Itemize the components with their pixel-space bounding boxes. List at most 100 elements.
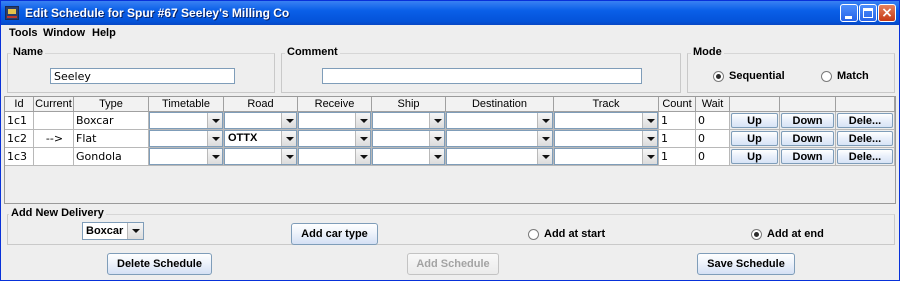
mode-group-title: Mode: [691, 46, 724, 58]
mode-match-label: Match: [837, 70, 869, 82]
car-type-combo[interactable]: Boxcar: [82, 222, 144, 240]
cell-id: 1c2: [5, 130, 34, 148]
chevron-down-icon: [429, 149, 444, 164]
chevron-down-icon: [642, 131, 657, 146]
destination-combo[interactable]: [446, 130, 554, 148]
cell-wait[interactable]: 0: [696, 148, 730, 166]
road-combo[interactable]: OTTX: [224, 130, 298, 148]
timetable-combo[interactable]: [149, 130, 224, 148]
chevron-down-icon: [127, 223, 143, 239]
close-button[interactable]: ×: [878, 4, 896, 22]
chevron-down-icon: [207, 149, 222, 164]
col-header-delete[interactable]: [836, 97, 895, 112]
chevron-down-icon: [537, 113, 552, 128]
down-button[interactable]: Down: [781, 131, 834, 146]
delete-button-cell: Dele...: [836, 112, 895, 130]
mode-sequential-label: Sequential: [729, 70, 785, 82]
add-schedule-button[interactable]: Add Schedule: [407, 253, 499, 275]
add-delivery-title: Add New Delivery: [9, 207, 106, 219]
schedule-window: Edit Schedule for Spur #67 Seeley's Mill…: [0, 0, 900, 281]
cell-wait[interactable]: 0: [696, 130, 730, 148]
track-combo[interactable]: [554, 130, 659, 148]
receive-combo[interactable]: [298, 148, 372, 166]
chevron-down-icon: [281, 113, 296, 128]
receive-combo[interactable]: [298, 112, 372, 130]
col-header-road[interactable]: Road: [224, 97, 298, 112]
chevron-down-icon: [429, 113, 444, 128]
comment-field[interactable]: [322, 68, 642, 84]
delete-schedule-button[interactable]: Delete Schedule: [107, 253, 212, 275]
col-header-current[interactable]: Current: [34, 97, 74, 112]
destination-combo[interactable]: [446, 148, 554, 166]
up-button[interactable]: Up: [731, 131, 778, 146]
save-schedule-button[interactable]: Save Schedule: [697, 253, 795, 275]
up-button-cell: Up: [730, 112, 780, 130]
cell-count[interactable]: 1: [659, 130, 696, 148]
down-button[interactable]: Down: [781, 113, 834, 128]
chevron-down-icon: [642, 149, 657, 164]
maximize-icon: [863, 8, 873, 18]
name-field[interactable]: [50, 68, 235, 84]
table-row[interactable]: 1c2 --> Flat OTTX 1 0 Up Down Dele...: [5, 130, 895, 148]
cell-wait[interactable]: 0: [696, 112, 730, 130]
up-button[interactable]: Up: [731, 149, 778, 164]
add-at-start-radio[interactable]: Add at start: [528, 228, 605, 240]
destination-combo[interactable]: [446, 112, 554, 130]
menu-help[interactable]: Help: [92, 27, 116, 39]
col-header-type[interactable]: Type: [74, 97, 149, 112]
window-title: Edit Schedule for Spur #67 Seeley's Mill…: [25, 6, 290, 20]
down-button-cell: Down: [780, 130, 836, 148]
cell-current: [34, 148, 74, 166]
maximize-button[interactable]: [859, 4, 877, 22]
track-combo[interactable]: [554, 148, 659, 166]
col-header-receive[interactable]: Receive: [298, 97, 372, 112]
delete-button[interactable]: Dele...: [837, 149, 893, 164]
chevron-down-icon: [207, 113, 222, 128]
col-header-destination[interactable]: Destination: [446, 97, 554, 112]
up-button[interactable]: Up: [731, 113, 778, 128]
col-header-count[interactable]: Count: [659, 97, 696, 112]
chevron-down-icon: [207, 131, 222, 146]
table-row[interactable]: 1c3 Gondola 1 0 Up Down Dele...: [5, 148, 895, 166]
delete-button[interactable]: Dele...: [837, 131, 893, 146]
col-header-timetable[interactable]: Timetable: [149, 97, 224, 112]
col-header-id[interactable]: Id: [5, 97, 34, 112]
timetable-combo[interactable]: [149, 112, 224, 130]
col-header-wait[interactable]: Wait: [696, 97, 730, 112]
menu-window[interactable]: Window: [43, 27, 85, 39]
road-combo[interactable]: [224, 112, 298, 130]
table-row[interactable]: 1c1 Boxcar 1 0 Up Down Dele...: [5, 112, 895, 130]
road-combo[interactable]: [224, 148, 298, 166]
mode-sequential-radio[interactable]: Sequential: [713, 70, 785, 82]
down-button-cell: Down: [780, 112, 836, 130]
name-group-title: Name: [11, 46, 45, 58]
col-header-up[interactable]: [730, 97, 780, 112]
track-combo[interactable]: [554, 112, 659, 130]
chevron-down-icon: [355, 131, 370, 146]
cell-count[interactable]: 1: [659, 112, 696, 130]
chevron-down-icon: [537, 149, 552, 164]
col-header-down[interactable]: [780, 97, 836, 112]
radio-selected-icon: [751, 228, 762, 240]
up-button-cell: Up: [730, 148, 780, 166]
down-button[interactable]: Down: [781, 149, 834, 164]
col-header-track[interactable]: Track: [554, 97, 659, 112]
delete-button[interactable]: Dele...: [837, 113, 893, 128]
ship-combo[interactable]: [372, 148, 446, 166]
add-at-end-radio[interactable]: Add at end: [751, 228, 824, 240]
timetable-combo[interactable]: [149, 148, 224, 166]
mode-match-radio[interactable]: Match: [821, 70, 869, 82]
table-header: Id Current Type Timetable Road Receive S…: [5, 97, 895, 112]
ship-combo[interactable]: [372, 130, 446, 148]
title-bar[interactable]: Edit Schedule for Spur #67 Seeley's Mill…: [1, 1, 899, 25]
add-car-type-button[interactable]: Add car type: [291, 223, 378, 245]
menu-tools[interactable]: Tools: [9, 27, 38, 39]
cell-count[interactable]: 1: [659, 148, 696, 166]
chevron-down-icon: [642, 113, 657, 128]
ship-combo[interactable]: [372, 112, 446, 130]
col-header-ship[interactable]: Ship: [372, 97, 446, 112]
cell-type: Boxcar: [74, 112, 149, 130]
delete-button-cell: Dele...: [836, 148, 895, 166]
minimize-button[interactable]: [840, 4, 858, 22]
receive-combo[interactable]: [298, 130, 372, 148]
